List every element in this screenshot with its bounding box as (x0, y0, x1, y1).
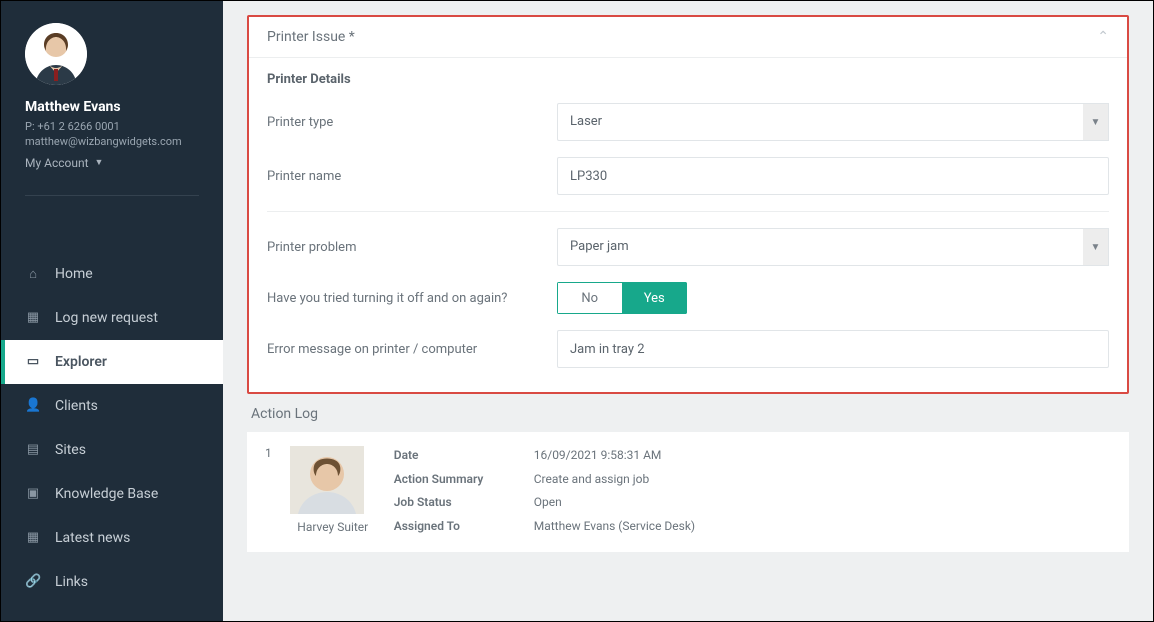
label-printer-name: Printer name (267, 169, 557, 184)
label-error-message: Error message on printer / computer (267, 342, 557, 357)
input-printer-name[interactable] (557, 157, 1109, 195)
select-printer-type[interactable]: Laser (557, 103, 1109, 141)
select-printer-problem[interactable]: Paper jam (557, 228, 1109, 266)
label-printer-problem: Printer problem (267, 240, 557, 255)
avatar (25, 23, 87, 85)
sidebar: Matthew Evans P: +61 2 6266 0001 matthew… (1, 1, 223, 621)
log-actor-name: Harvey Suiter (290, 520, 376, 534)
sidebar-item-label: Sites (55, 442, 86, 458)
sidebar-item-label: Knowledge Base (55, 486, 158, 502)
row-error-message: Error message on printer / computer (267, 330, 1109, 368)
link-icon: 🔗 (25, 574, 41, 589)
row-printer-type: Printer type Laser ▼ (267, 103, 1109, 141)
row-tried-power-cycle: Have you tried turning it off and on aga… (267, 282, 1109, 314)
log-avatar (290, 446, 364, 514)
label-tried-power-cycle: Have you tried turning it off and on aga… (267, 291, 557, 306)
user-icon: 👤 (25, 398, 41, 413)
toggle-tried-power-cycle: No Yes (557, 282, 687, 314)
profile-block: Matthew Evans P: +61 2 6266 0001 matthew… (1, 1, 223, 185)
log-summary-label: Action Summary (394, 472, 524, 488)
sidebar-item-label: Home (55, 266, 93, 282)
sidebar-item-clients[interactable]: 👤 Clients (1, 384, 223, 428)
toggle-no-button[interactable]: No (557, 282, 622, 314)
nav: ⌂ Home ▦ Log new request ▭ Explorer 👤 Cl… (1, 252, 223, 604)
log-details: Date 16/09/2021 9:58:31 AM Action Summar… (394, 446, 695, 534)
my-account-dropdown[interactable]: My Account ▼ (25, 156, 103, 170)
input-error-message[interactable] (557, 330, 1109, 368)
grid-icon: ▦ (25, 310, 41, 325)
divider (267, 211, 1109, 212)
action-log-title: Action Log (251, 406, 1129, 422)
my-account-label: My Account (25, 156, 89, 170)
log-summary-value: Create and assign job (534, 472, 695, 488)
divider (25, 195, 199, 196)
log-actor-col: Harvey Suiter (290, 446, 376, 534)
sidebar-item-latest-news[interactable]: ▦ Latest news (1, 516, 223, 560)
sidebar-item-knowledge-base[interactable]: ▣ Knowledge Base (1, 472, 223, 516)
log-status-value: Open (534, 495, 695, 511)
panel-body: Printer Details Printer type Laser ▼ Pri… (249, 58, 1127, 392)
log-status-label: Job Status (394, 495, 524, 511)
sidebar-item-label: Latest news (55, 530, 130, 546)
sidebar-item-label: Clients (55, 398, 98, 414)
app: Matthew Evans P: +61 2 6266 0001 matthew… (1, 1, 1153, 621)
sidebar-item-explorer[interactable]: ▭ Explorer (1, 340, 223, 384)
news-icon: ▦ (25, 530, 41, 545)
log-date-value: 16/09/2021 9:58:31 AM (534, 448, 695, 464)
row-printer-problem: Printer problem Paper jam ▼ (267, 228, 1109, 266)
log-index: 1 (265, 446, 272, 534)
log-assigned-value: Matthew Evans (Service Desk) (534, 519, 695, 535)
sidebar-item-log-new-request[interactable]: ▦ Log new request (1, 296, 223, 340)
laptop-icon: ▭ (25, 354, 41, 369)
profile-name: Matthew Evans (25, 99, 199, 115)
log-assigned-label: Assigned To (394, 519, 524, 535)
label-printer-type: Printer type (267, 115, 557, 130)
home-icon: ⌂ (25, 266, 41, 282)
panel-header: Printer Issue * ⌃ (249, 17, 1127, 58)
sidebar-item-links[interactable]: 🔗 Links (1, 560, 223, 604)
panel-title: Printer Issue * (267, 29, 355, 45)
page-icon: ▤ (25, 442, 41, 457)
sidebar-item-label: Explorer (55, 354, 107, 370)
sidebar-item-label: Log new request (55, 310, 158, 326)
log-entry: 1 Harvey Suiter Date 16/09/2021 9:5 (265, 446, 1111, 534)
toggle-yes-button[interactable]: Yes (622, 282, 688, 314)
book-icon: ▣ (25, 486, 41, 501)
log-date-label: Date (394, 448, 524, 464)
main-content: Printer Issue * ⌃ Printer Details Printe… (223, 1, 1153, 621)
printer-issue-panel: Printer Issue * ⌃ Printer Details Printe… (247, 15, 1129, 394)
sidebar-item-sites[interactable]: ▤ Sites (1, 428, 223, 472)
sidebar-item-label: Links (55, 574, 88, 590)
chevron-down-icon: ▼ (95, 157, 104, 168)
sidebar-item-home[interactable]: ⌂ Home (1, 252, 223, 296)
action-log-card: 1 Harvey Suiter Date 16/09/2021 9:5 (247, 432, 1129, 552)
profile-phone: P: +61 2 6266 0001 (25, 119, 199, 134)
profile-email: matthew@wizbangwidgets.com (25, 134, 199, 149)
row-printer-name: Printer name (267, 157, 1109, 195)
chevron-up-icon[interactable]: ⌃ (1097, 29, 1109, 45)
section-label: Printer Details (267, 72, 1109, 87)
